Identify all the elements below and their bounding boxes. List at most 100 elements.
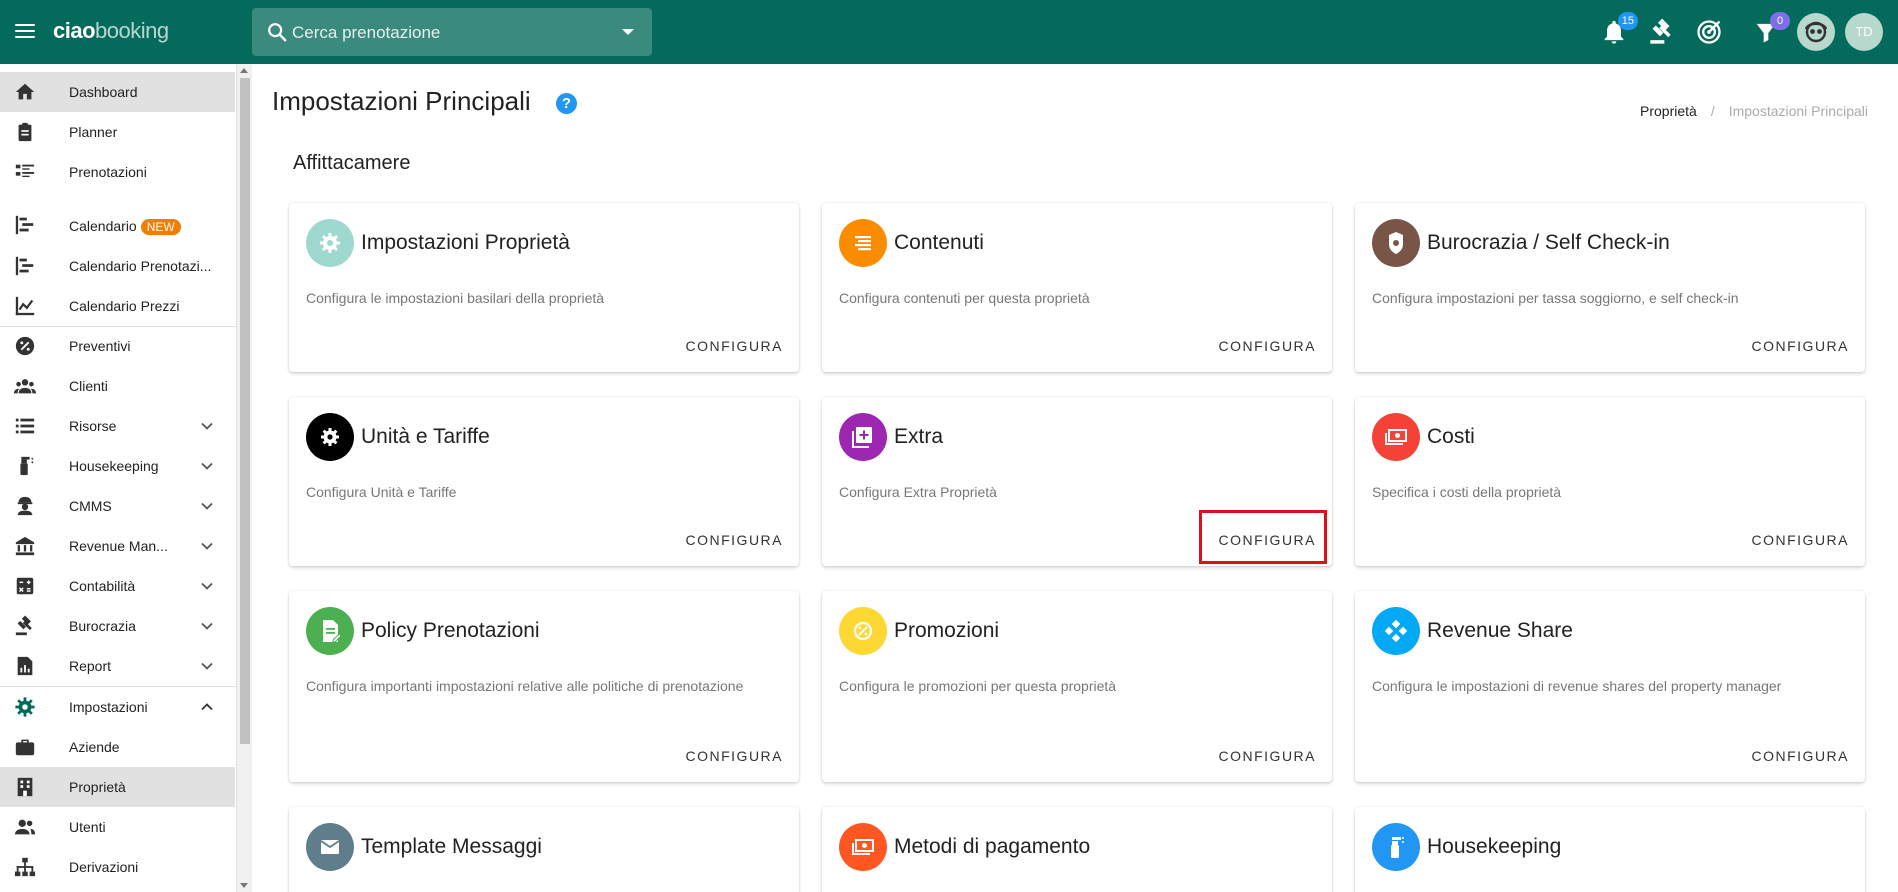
scroll-down-arrow-icon[interactable] [240, 883, 248, 888]
sidebar-item-label: Calendario Prezzi [69, 298, 180, 314]
sidebar-item-aziende[interactable]: Aziende [0, 727, 235, 767]
chevron-down-icon [201, 422, 213, 430]
sidebar-item-revenue-management[interactable]: Revenue Man... [0, 526, 235, 566]
card-revenue-share: Revenue Share Configura le impostazioni … [1355, 591, 1865, 782]
sidebar-item-risorse[interactable]: Risorse [0, 406, 235, 446]
document-edit-icon [306, 607, 354, 655]
sidebar-item-label: Burocrazia [69, 618, 136, 634]
configura-button[interactable]: CONFIGURA [1752, 338, 1850, 354]
breadcrumb-link-proprieta[interactable]: Proprietà [1640, 103, 1697, 119]
sidebar-item-label: Calendario Prenotazi... [69, 258, 212, 274]
sidebar-item-prenotazioni[interactable]: Prenotazioni [0, 152, 235, 192]
card-description: Configura le impostazioni di revenue sha… [1372, 678, 1782, 694]
chevron-down-icon [201, 582, 213, 590]
sidebar-item-label: Contabilità [69, 578, 136, 594]
sidebar-item-derivazioni[interactable]: Derivazioni [0, 847, 235, 887]
configura-button[interactable]: CONFIGURA [1219, 338, 1317, 354]
chevron-down-icon[interactable] [622, 29, 634, 35]
gavel-icon[interactable] [1648, 18, 1676, 46]
card-description: Configura le promozioni per questa propr… [839, 678, 1117, 694]
sidebar-item-label: CMMS [69, 498, 112, 514]
configura-button[interactable]: CONFIGURA [1752, 532, 1850, 548]
sidebar-item-burocrazia[interactable]: Burocrazia [0, 606, 235, 646]
card-metodi-di-pagamento: Metodi di pagamento [822, 807, 1332, 892]
breadcrumb-current: Impostazioni Principali [1728, 103, 1868, 119]
card-contenuti: Contenuti Configura contenuti per questa… [822, 203, 1332, 372]
configura-button[interactable]: CONFIGURA [1219, 748, 1317, 764]
sidebar-item-label: Clienti [69, 378, 108, 394]
sidebar-item-label: Planner [69, 124, 118, 140]
user-avatar[interactable]: TD [1845, 13, 1883, 51]
menu-icon[interactable] [13, 20, 37, 44]
gear-icon [15, 697, 35, 717]
configura-button[interactable]: CONFIGURA [686, 532, 784, 548]
sidebar-item-calendario-prenotazioni[interactable]: Calendario Prenotazi... [0, 246, 235, 286]
help-icon[interactable]: ? [556, 93, 577, 114]
sidebar-item-label: Prenotazioni [69, 164, 147, 180]
card-template-messaggi: Template Messaggi [289, 807, 799, 892]
gavel-icon [15, 615, 32, 636]
sidebar-item-label: Derivazioni [69, 859, 139, 875]
sidebar-item-cmms[interactable]: CMMS [0, 486, 235, 526]
sidebar-item-dashboard[interactable]: Dashboard [0, 72, 235, 112]
card-title: Metodi di pagamento [894, 835, 1091, 858]
card-housekeeping: Housekeeping [1355, 807, 1865, 892]
diamond-share-icon [1372, 607, 1420, 655]
card-description: Configura contenuti per questa proprietà [839, 290, 1090, 306]
logo-light-text: booking [95, 18, 169, 43]
sidebar-item-label: Proprietà [69, 779, 126, 795]
sidebar-item-report[interactable]: Report [0, 646, 235, 686]
sidebar-item-planner[interactable]: Planner [0, 112, 235, 152]
card-title: Contenuti [894, 231, 984, 254]
sidebar-item-label: Report [69, 658, 112, 674]
app-logo[interactable]: ciaobooking [53, 18, 169, 44]
avatar-icon[interactable] [1797, 13, 1835, 51]
breadcrumb-separator: / [1710, 103, 1715, 119]
card-burocrazia: Burocrazia / Self Check-in Configura imp… [1355, 203, 1865, 372]
configura-button[interactable]: CONFIGURA [686, 338, 784, 354]
police-badge-icon [1372, 219, 1420, 267]
card-title: Template Messaggi [361, 835, 542, 858]
sidebar-item-label: Impostazioni [69, 699, 148, 715]
spray-icon [20, 456, 34, 476]
sidebar-item-calendario-prezzi[interactable]: Calendario Prezzi [0, 286, 235, 326]
target-icon[interactable] [1695, 18, 1723, 46]
discount-icon [839, 607, 887, 655]
card-title: Promozioni [894, 619, 1000, 642]
sidebar-item-clienti[interactable]: Clienti [0, 366, 235, 406]
report-icon [17, 656, 33, 676]
sidebar-item-utenti[interactable]: Utenti [0, 807, 235, 847]
people-icon [14, 819, 36, 835]
chevron-down-icon [201, 462, 213, 470]
configura-button[interactable]: CONFIGURA [1752, 748, 1850, 764]
building-icon [17, 777, 33, 797]
card-title: Housekeeping [1427, 835, 1562, 858]
sidebar-item-proprieta[interactable]: Proprietà [0, 767, 235, 807]
notifications-bell-icon[interactable]: 15 [1600, 12, 1638, 46]
sidebar-scrollbar[interactable] [237, 64, 252, 892]
sidebar-item-impostazioni[interactable]: Impostazioni [0, 687, 235, 727]
sidebar-item-contabilita[interactable]: Contabilità [0, 566, 235, 606]
sidebar-item-housekeeping[interactable]: Housekeeping [0, 446, 235, 486]
card-title: Costi [1427, 425, 1475, 448]
chevron-down-icon [201, 622, 213, 630]
scrollbar-thumb[interactable] [240, 78, 250, 744]
sidebar-item-label: Utenti [69, 819, 106, 835]
notifications-count-badge: 15 [1617, 12, 1638, 30]
configura-button[interactable]: CONFIGURA [686, 748, 784, 764]
page-title: Impostazioni Principali [272, 86, 531, 116]
sidebar-item-preventivi[interactable]: Preventivi [0, 326, 235, 366]
sidebar-item-label: Aziende [69, 739, 120, 755]
filter-icon[interactable]: 0 [1752, 12, 1790, 46]
chevron-down-icon [201, 542, 213, 550]
worker-icon [17, 496, 33, 516]
scroll-up-arrow-icon[interactable] [240, 68, 248, 73]
gear-icon [306, 219, 354, 267]
card-policy-prenotazioni: Policy Prenotazioni Configura importanti… [289, 591, 799, 782]
sidebar-item-calendario[interactable]: Calendario NEW [0, 206, 235, 246]
search-input[interactable]: Cerca prenotazione [252, 8, 652, 56]
money-icon [1372, 413, 1420, 461]
card-description: Configura le impostazioni basilari della… [306, 290, 605, 306]
card-title: Unità e Tariffe [361, 425, 490, 448]
breadcrumb: Proprietà / Impostazioni Principali [1640, 103, 1868, 119]
